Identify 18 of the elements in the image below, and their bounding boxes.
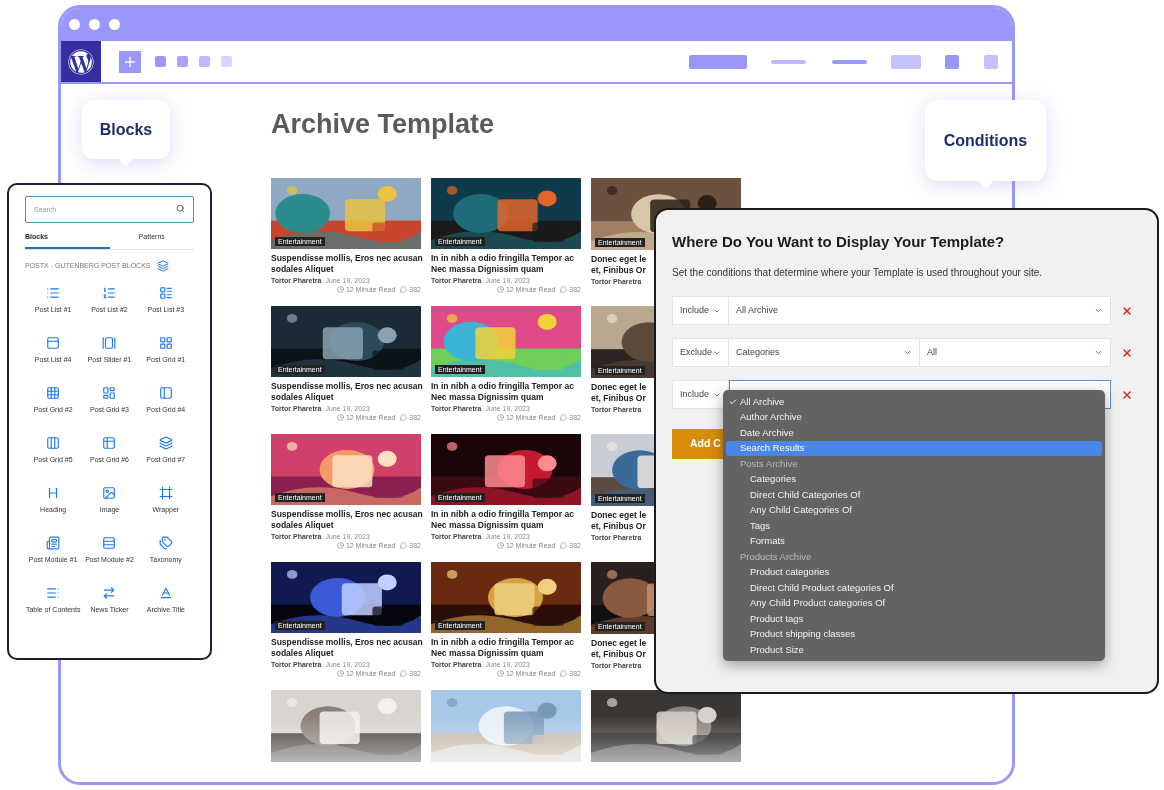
callout-label: Conditions [943,130,1028,151]
post-title: Donec eget le et, Finibus Or [591,510,647,532]
post-title: Suspendisse mollis, Eros nec acusan sodales Aliquet [271,381,423,403]
post-title: Donec eget le et, Finibus Or [591,382,647,404]
post-title: Suspendisse mollis, Eros nec acusan sodales Aliquet [271,253,423,275]
post-title: In in nibh a odio fringilla Tempor ac Nec massa Dignissim quam [431,509,574,531]
post-title: Donec eget le et, Finibus Or [591,638,647,660]
post-title: In in nibh a odio fringilla Tempor ac Nec massa Dignissim quam [431,253,574,275]
callout-label: Blocks [99,119,153,140]
post-title: In in nibh a odio fringilla Tempor ac Nec massa Dignissim quam [431,637,574,659]
option-group-label: Posts Archive [739,456,799,471]
post-title: Suspendisse mollis, Eros nec acusan sodales Aliquet [271,509,423,531]
post-title: In in nibh a odio fringilla Tempor ac Nec massa Dignissim quam [431,381,574,403]
post-title: Suspendisse mollis, Eros nec acusan sodales Aliquet [271,637,423,659]
option-group-label: Products Archive [739,549,813,564]
dialog-title: Where Do You Want to Display Your Template? [672,232,1006,252]
post-title: Donec eget le et, Finibus Or [591,254,647,276]
dialog-description: Set the conditions that determine where your Template is used throughout your site. [672,266,1044,279]
